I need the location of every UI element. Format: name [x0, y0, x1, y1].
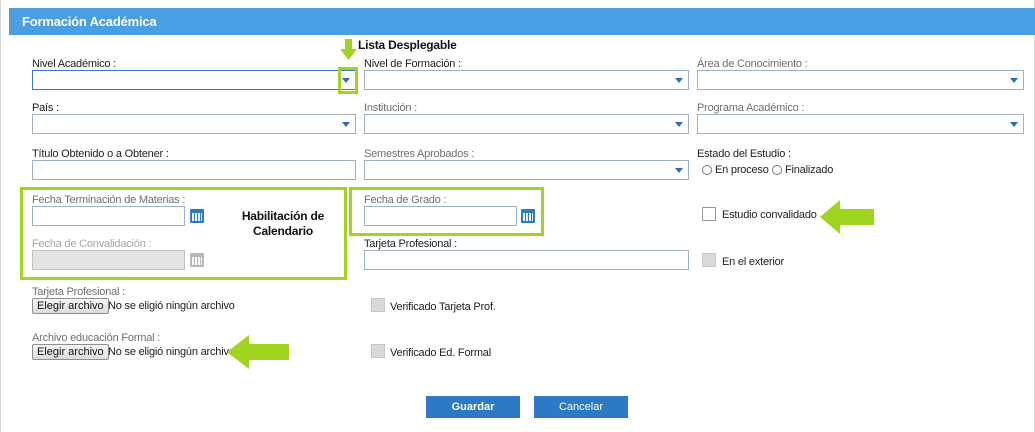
- label-fecha-terminacion: Fecha Terminación de Materias :: [32, 194, 186, 206]
- chevron-down-icon: [675, 168, 683, 173]
- label-fecha-grado: Fecha de Grado :: [364, 194, 447, 206]
- arrow-left-icon: [227, 335, 289, 369]
- label-archivo-educacion: Archivo educación Formal :: [32, 332, 161, 344]
- educacion-file-status: No se eligió ningún archivo: [108, 346, 235, 358]
- label-programa-academico: Programa Académico :: [697, 102, 805, 114]
- en-el-exterior-checkbox[interactable]: [702, 253, 716, 267]
- label-nivel-academico: Nivel Académico :: [32, 58, 117, 70]
- chevron-down-icon: [675, 122, 683, 127]
- label-verificado-ed-formal: Verificado Ed. Formal: [390, 347, 491, 359]
- calendar-icon[interactable]: [190, 209, 204, 223]
- nivel-academico-select[interactable]: [32, 70, 356, 90]
- label-semestres: Semestres Aprobados :: [364, 148, 475, 160]
- semestres-select[interactable]: [364, 160, 689, 180]
- fecha-convalidacion-input[interactable]: [32, 250, 185, 270]
- verificado-ed-formal-checkbox[interactable]: [371, 344, 385, 358]
- highlight-dropdown-arrow: [338, 67, 358, 94]
- fecha-terminacion-input[interactable]: [32, 206, 185, 226]
- label-titulo: Título Obtenido o a Obtener :: [32, 148, 169, 160]
- label-en-proceso: En proceso: [715, 164, 769, 176]
- chevron-down-icon: [675, 78, 683, 83]
- radio-en-proceso[interactable]: [702, 165, 712, 175]
- label-area-conocimiento: Área de Conocimiento :: [697, 58, 808, 70]
- tarjeta-file-button[interactable]: Elegir archivo: [32, 298, 109, 314]
- calendar-icon[interactable]: [521, 209, 535, 223]
- chevron-down-icon: [342, 122, 350, 127]
- educacion-file-button[interactable]: Elegir archivo: [32, 344, 109, 360]
- guardar-button[interactable]: Guardar: [426, 396, 520, 418]
- label-institucion: Institución :: [364, 102, 418, 114]
- label-en-el-exterior: En el exterior: [722, 256, 785, 268]
- annotation-lista-desplegable: Lista Desplegable: [358, 38, 457, 52]
- institucion-select[interactable]: [364, 114, 689, 134]
- annotation-habilitacion-calendario: Habilitación de Calendario: [237, 209, 329, 239]
- label-verificado-tarjeta: Verificado Tarjeta Prof.: [390, 301, 496, 313]
- nivel-formacion-select[interactable]: [364, 70, 689, 90]
- label-estado-estudio: Estado del Estudio :: [697, 148, 791, 160]
- annotation-line2: Calendario: [252, 224, 314, 238]
- estudio-convalidado-checkbox[interactable]: [702, 207, 716, 221]
- fecha-grado-input[interactable]: [364, 206, 517, 226]
- arrow-down-icon: [340, 39, 357, 60]
- titulo-input[interactable]: [32, 160, 356, 180]
- radio-finalizado[interactable]: [772, 165, 782, 175]
- cancelar-button[interactable]: Cancelar: [534, 396, 628, 418]
- label-pais: País :: [32, 102, 59, 114]
- verificado-tarjeta-checkbox[interactable]: [371, 298, 385, 312]
- label-tarjeta-profesional: Tarjeta Profesional :: [364, 238, 458, 250]
- section-title: Formación Académica: [22, 14, 157, 29]
- tarjeta-profesional-input[interactable]: [364, 250, 689, 270]
- pais-select[interactable]: [32, 114, 356, 134]
- label-nivel-formacion: Nivel de Formación :: [364, 58, 461, 70]
- annotation-line1: Habilitación de: [241, 209, 325, 223]
- programa-academico-select[interactable]: [697, 114, 1024, 134]
- arrow-left-icon: [820, 200, 874, 234]
- section-header: Formación Académica: [9, 8, 1035, 35]
- label-fecha-convalidacion: Fecha de Convalidación :: [32, 238, 152, 250]
- label-estudio-convalidado: Estudio convalidado: [722, 209, 817, 221]
- tarjeta-file-status: No se eligió ningún archivo: [108, 300, 235, 312]
- label-tarjeta-profesional-file: Tarjeta Profesional :: [32, 286, 126, 298]
- chevron-down-icon: [1010, 78, 1018, 83]
- calendar-icon-disabled: [190, 253, 204, 267]
- area-conocimiento-select[interactable]: [697, 70, 1024, 90]
- chevron-down-icon: [1010, 122, 1018, 127]
- label-finalizado: Finalizado: [785, 164, 834, 176]
- form-page: Formación Académica Lista Desplegable Ni…: [0, 0, 1035, 432]
